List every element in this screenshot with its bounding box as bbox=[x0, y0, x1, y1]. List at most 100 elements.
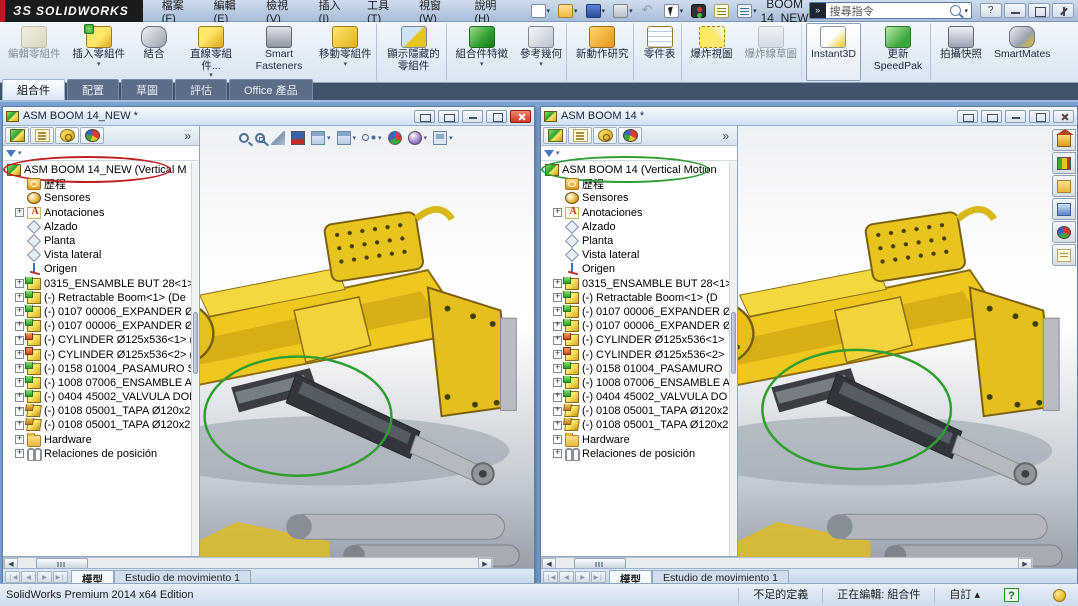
configurationmanager-tab[interactable] bbox=[593, 127, 617, 144]
expand-plus-icon[interactable] bbox=[553, 421, 562, 430]
dropdown-arrow-icon[interactable]: ▾ bbox=[327, 134, 331, 142]
tree-item[interactable]: 0315_ENSAMBLE BUT 28<1> bbox=[5, 277, 199, 291]
featuremanager-tab[interactable] bbox=[5, 127, 29, 144]
smart-fasteners-button[interactable]: Smart Fasteners ▾ bbox=[246, 23, 312, 81]
tree-item[interactable]: (-) 0108 05001_TAPA Ø120x2 bbox=[543, 418, 737, 432]
ribbon-tab[interactable]: 評估 bbox=[175, 79, 227, 100]
tree-item[interactable]: 0315_ENSAMBLE BUT 28<1> bbox=[543, 277, 737, 291]
help-button[interactable] bbox=[980, 3, 1002, 18]
expand-plus-icon[interactable] bbox=[15, 364, 24, 373]
expand-plus-icon[interactable] bbox=[15, 378, 24, 387]
child-maximize-button[interactable] bbox=[1029, 110, 1050, 123]
instant3d-button[interactable]: Instant3D ▾ bbox=[806, 23, 861, 81]
tree-item[interactable]: (-) 0108 05001_TAPA Ø120x2( bbox=[5, 418, 199, 432]
tree-vertical-scrollbar[interactable] bbox=[191, 162, 199, 556]
edit-appearance-button[interactable]: ▾ bbox=[387, 130, 403, 146]
view-settings-button[interactable]: ▾ bbox=[734, 2, 760, 20]
tree-item[interactable]: (-) 1008 07006_ENSAMBLE A bbox=[543, 376, 737, 390]
expand-plus-icon[interactable] bbox=[15, 293, 24, 302]
dropdown-arrow-icon[interactable]: ▾ bbox=[343, 61, 347, 68]
zoom-fit-button[interactable]: ▾ bbox=[238, 132, 250, 144]
propertymanager-tab[interactable] bbox=[30, 127, 54, 144]
configurationmanager-tab[interactable] bbox=[55, 127, 79, 144]
appearances-button[interactable] bbox=[1052, 221, 1076, 243]
tree-item[interactable]: Origen bbox=[543, 262, 737, 276]
tree-item[interactable]: (-) 0107 00006_EXPANDER Ø( bbox=[5, 305, 199, 319]
first-tab-button[interactable]: ❘◀ bbox=[543, 571, 558, 583]
expand-plus-icon[interactable] bbox=[15, 307, 24, 316]
tree-root-item[interactable]: ASM BOOM 14_NEW (Vertical M bbox=[5, 163, 199, 177]
tree-item[interactable]: (-) CYLINDER Ø125x536<2> ( bbox=[5, 347, 199, 361]
explode-line-sketch-button[interactable]: 爆炸線草圖 ▾ bbox=[740, 23, 803, 81]
tree-item[interactable]: 歷程 bbox=[5, 177, 199, 191]
tree-filter-row[interactable]: ▾ bbox=[541, 146, 737, 161]
tree-item[interactable]: Anotaciones bbox=[543, 206, 737, 220]
tree-item[interactable]: (-) 1008 07006_ENSAMBLE AE bbox=[5, 376, 199, 390]
section-view-button[interactable]: ▾ bbox=[270, 130, 286, 146]
home-button[interactable] bbox=[1052, 129, 1076, 151]
expand-arrow-icon[interactable]: ▴ bbox=[974, 589, 980, 601]
quick-tips-help-icon[interactable]: ? bbox=[1004, 588, 1019, 602]
filter-dropdown-icon[interactable]: ▾ bbox=[556, 149, 560, 157]
tree-item[interactable]: (-) 0404 45002_VALVULA DO bbox=[543, 390, 737, 404]
view-settings-button[interactable]: ▾ bbox=[432, 130, 454, 146]
featuremanager-tab[interactable] bbox=[543, 127, 567, 144]
expand-plus-icon[interactable] bbox=[15, 393, 24, 402]
restore-button[interactable] bbox=[1028, 3, 1050, 18]
dropdown-arrow-icon[interactable]: ▾ bbox=[353, 134, 357, 142]
expand-plus-icon[interactable] bbox=[15, 279, 24, 288]
child-minimize-button[interactable] bbox=[462, 110, 483, 123]
new-motion-study-button[interactable]: 新動作研究 ▾ bbox=[571, 23, 634, 81]
save-button[interactable]: ▾ bbox=[583, 2, 609, 20]
linear-component-pattern-button[interactable]: 直線零組件... ▾ bbox=[178, 23, 244, 81]
assembly-features-button[interactable]: 組合件特徵 ▾ bbox=[451, 23, 514, 81]
zoom-area-button[interactable]: ▾ bbox=[254, 132, 266, 144]
dropdown-arrow-icon[interactable]: ▾ bbox=[539, 61, 543, 68]
expand-plus-icon[interactable] bbox=[553, 336, 562, 345]
expand-plus-icon[interactable] bbox=[553, 293, 562, 302]
child-close-button[interactable] bbox=[1053, 110, 1074, 123]
tree-item[interactable]: Vista lateral bbox=[5, 248, 199, 262]
reference-geometry-button[interactable]: 參考幾何 ▾ bbox=[515, 23, 567, 81]
expand-plus-icon[interactable] bbox=[553, 350, 562, 359]
file-explorer-button[interactable] bbox=[1052, 175, 1076, 197]
tree-item[interactable]: (-) 0158 01004_PASAMURO S bbox=[5, 362, 199, 376]
panel-expand-icon[interactable]: » bbox=[178, 129, 197, 143]
expand-plus-icon[interactable] bbox=[553, 322, 562, 331]
expand-plus-icon[interactable] bbox=[15, 350, 24, 359]
tree-item[interactable]: (-) CYLINDER Ø125x536<1> bbox=[543, 333, 737, 347]
panel-expand-icon[interactable]: » bbox=[716, 129, 735, 143]
search-commands-box[interactable]: » 搜尋指令 ▾ bbox=[809, 2, 972, 19]
prev-tab-button[interactable]: ◀ bbox=[21, 571, 36, 583]
expand-plus-icon[interactable] bbox=[15, 449, 24, 458]
tree-item[interactable]: Anotaciones bbox=[5, 206, 199, 220]
tree-item[interactable]: Vista lateral bbox=[543, 248, 737, 262]
child-title-bar[interactable]: ASM BOOM 14_NEW * bbox=[3, 107, 534, 126]
bill-of-materials-button[interactable]: 零件表 ▾ bbox=[638, 23, 682, 81]
expand-plus-icon[interactable] bbox=[15, 322, 24, 331]
tag-icon[interactable] bbox=[1053, 589, 1066, 602]
propertymanager-tab[interactable] bbox=[568, 127, 592, 144]
tree-item[interactable]: (-) 0404 45002_VALVULA DOE bbox=[5, 390, 199, 404]
mate-button[interactable]: 結合 ▾ bbox=[132, 23, 176, 81]
dropdown-arrow-icon[interactable]: ▾ bbox=[629, 7, 633, 15]
displaymanager-tab[interactable] bbox=[80, 127, 104, 144]
tree-item[interactable]: Hardware bbox=[543, 433, 737, 447]
smartmates-button[interactable]: SmartMates ▾ bbox=[989, 23, 1055, 81]
filter-dropdown-icon[interactable]: ▾ bbox=[18, 149, 22, 157]
motion-study-tab[interactable]: Estudio de movimiento 1 bbox=[114, 570, 251, 584]
tree-item[interactable]: Alzado bbox=[5, 220, 199, 234]
expand-plus-icon[interactable] bbox=[553, 279, 562, 288]
rebuild-button[interactable]: ▾ bbox=[688, 2, 709, 20]
expand-plus-icon[interactable] bbox=[15, 336, 24, 345]
options-button[interactable]: ▾ bbox=[711, 2, 732, 20]
tree-item[interactable]: Relaciones de posición bbox=[543, 447, 737, 461]
expand-plus-icon[interactable] bbox=[553, 407, 562, 416]
view-palette-button[interactable] bbox=[1052, 198, 1076, 220]
child-close-button[interactable] bbox=[510, 110, 531, 123]
expand-plus-icon[interactable] bbox=[15, 421, 24, 430]
take-snapshot-button[interactable]: 拍攝快照 ▾ bbox=[935, 23, 987, 81]
expand-plus-icon[interactable] bbox=[553, 393, 562, 402]
tree-item[interactable]: (-) 0107 00006_EXPANDER Ø( bbox=[5, 319, 199, 333]
show-hidden-components-button[interactable]: 顯示隱藏的零組件 ▾ bbox=[381, 23, 447, 81]
